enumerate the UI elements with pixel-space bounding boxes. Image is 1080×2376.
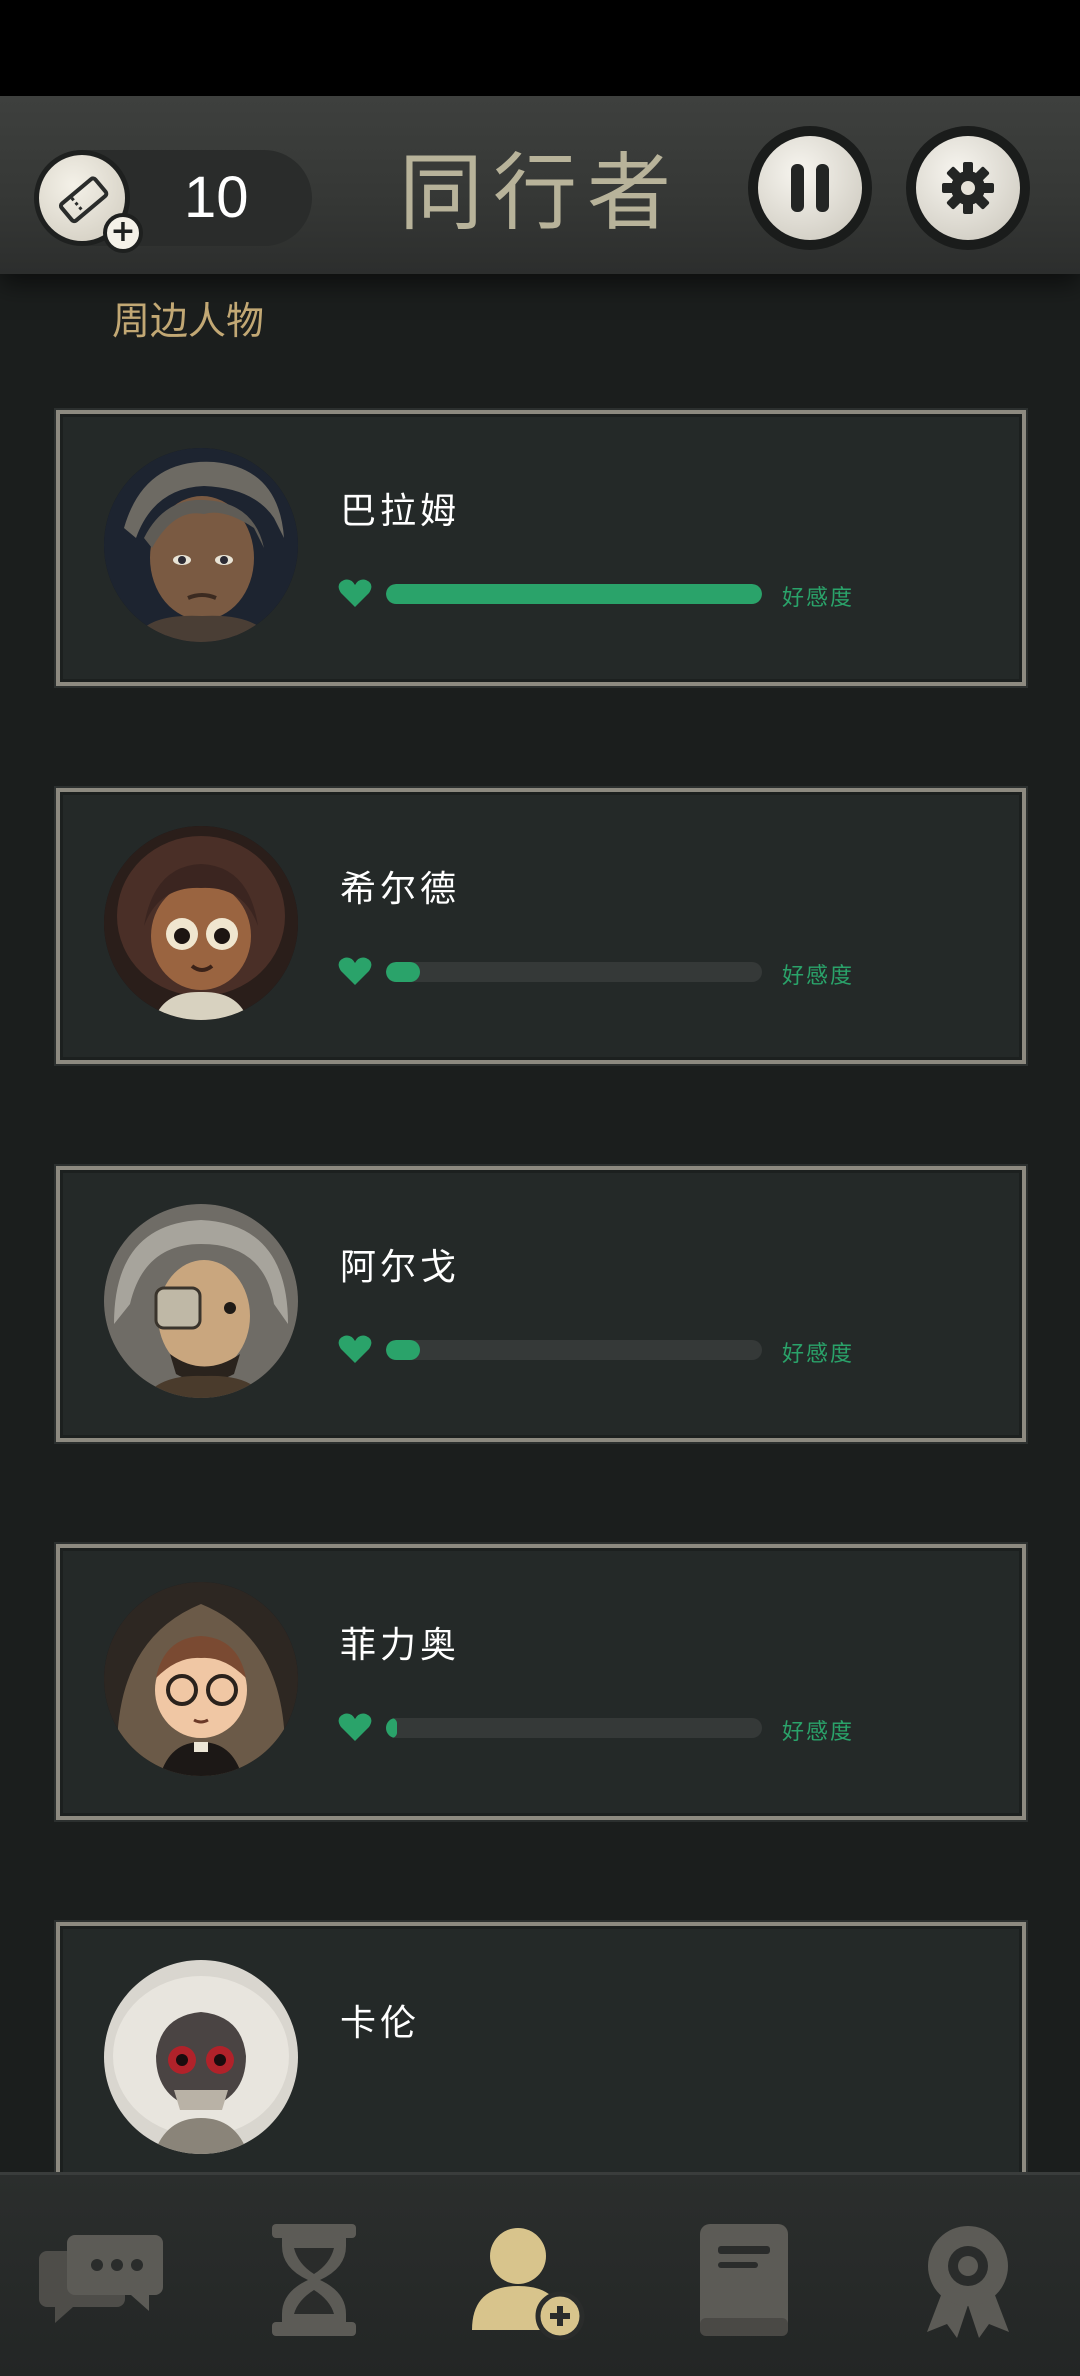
companion-name: 阿尔戈 [340,1247,461,1288]
nav-hourglass[interactable] [244,2215,384,2345]
companion-card-hilde[interactable]: 希尔德 好感度 [56,788,1026,1064]
section-label: 周边人物 [112,299,265,343]
companion-name: 卡伦 [340,2003,421,2044]
achievement-icon [927,2226,1009,2338]
affection-bar [386,1340,762,1360]
avatar [104,1582,298,1776]
companion-name: 菲力奥 [340,1625,461,1666]
companion-card-balam[interactable]: 巴拉姆 好感度 [56,410,1026,686]
nav-achievements[interactable] [898,2215,1038,2345]
companions-icon [472,2228,585,2340]
hourglass-icon [272,2224,356,2336]
companion-card-karen[interactable]: 卡伦 [56,1922,1026,2198]
affection-label: 好感度 [782,1342,855,1367]
status-bar [0,0,1080,96]
chat-icon [39,2235,163,2323]
avatar [104,1960,298,2154]
nav-companions[interactable] [456,2215,596,2345]
bottom-nav [0,2172,1080,2376]
nav-book[interactable] [674,2215,814,2345]
companion-name: 巴拉姆 [340,491,461,532]
heart-icon [338,1335,372,1363]
companion-card-argo[interactable]: 阿尔戈 好感度 [56,1166,1026,1442]
gear-icon [942,162,994,214]
affection-fill [386,1718,398,1738]
affection-bar [386,962,762,982]
avatar [104,1204,298,1398]
book-icon [700,2224,788,2336]
heart-icon [338,1713,372,1741]
avatar [104,448,298,642]
heart-icon [338,579,372,607]
companion-card-filio[interactable]: 菲力奥 好感度 [56,1544,1026,1820]
heart-icon [338,957,372,985]
affection-fill [386,1340,420,1360]
companion-name: 希尔德 [340,869,461,910]
affection-bar [386,584,762,604]
affection-bar [386,1718,762,1738]
top-bar: + 10 同行者 [0,96,1080,274]
affection-label: 好感度 [782,1720,855,1745]
affection-label: 好感度 [782,964,855,989]
nav-chat[interactable] [34,2215,174,2345]
affection-fill [386,584,762,604]
affection-label: 好感度 [782,586,855,611]
settings-button[interactable] [906,126,1030,250]
avatar [104,826,298,1020]
pause-icon [791,164,829,212]
pause-button[interactable] [748,126,872,250]
affection-fill [386,962,420,982]
